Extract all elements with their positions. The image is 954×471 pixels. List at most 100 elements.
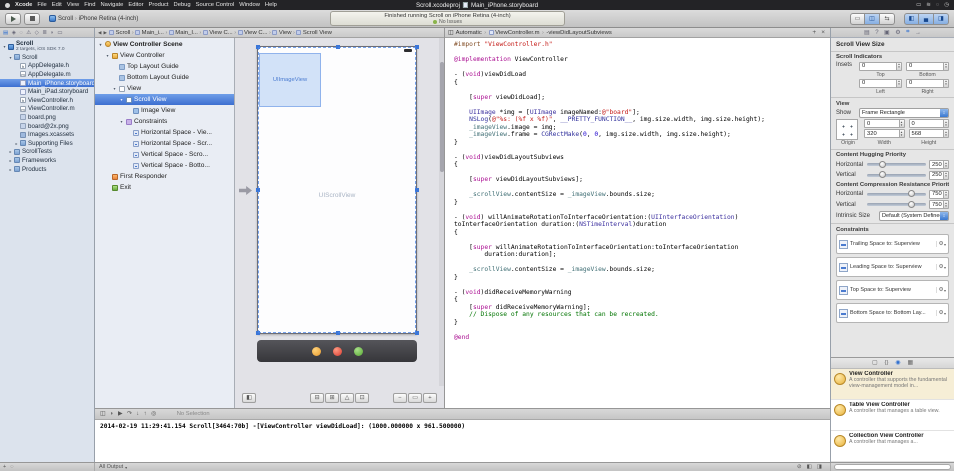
horizontal-compression-slider[interactable]	[867, 193, 926, 196]
spotlight-menu-icon[interactable]: ◌	[936, 2, 939, 8]
menu-product[interactable]: Product	[149, 2, 169, 8]
zoom-out-button[interactable]: −	[393, 393, 407, 403]
test-navigator-icon[interactable]: ◇	[35, 30, 39, 36]
navigator-item-supporting-files[interactable]: ▸Supporting Files	[0, 139, 94, 148]
assistant-symbol-segment[interactable]: -viewDidLayoutSubviews	[546, 30, 611, 36]
canvas-scrollbar[interactable]	[439, 38, 444, 386]
view-controller-view[interactable]: UIImageView UIScrollView	[257, 46, 417, 334]
y-field[interactable]: 0	[909, 119, 950, 128]
constraint-gear-button[interactable]: ⚙▾	[936, 287, 946, 293]
quick-help-tab[interactable]: ?	[875, 30, 878, 36]
library-item-collection-view-controller[interactable]: Collection View ControllerA controller t…	[831, 431, 954, 462]
navigator-item-viewcontroller-h[interactable]: hViewController.h	[0, 96, 94, 105]
toggle-navigator-button[interactable]: ◧	[904, 13, 919, 25]
code-snippet-library-tab[interactable]: {}	[885, 360, 889, 366]
hide-debug-area-icon[interactable]: ◫	[100, 411, 105, 417]
outline-item-horizontal-space-scr[interactable]: Horizontal Space - Scr...	[95, 138, 234, 149]
navigator-item-frameworks[interactable]: ▸Frameworks	[0, 156, 94, 165]
console-left-pane-button[interactable]: ◧	[807, 464, 812, 470]
jumpbar-segment-scroll[interactable]: Scroll	[109, 30, 130, 36]
size-inspector-tab[interactable]: ⌗	[906, 29, 909, 36]
initial-view-controller-arrow[interactable]	[239, 186, 252, 195]
navigator-item-main-iphone-storyboard[interactable]: Main_iPhone.storyboard	[0, 79, 94, 88]
navigator-item-images-xcassets[interactable]: Images.xcassets	[0, 130, 94, 139]
jumpbar-segment-view[interactable]: View	[272, 30, 291, 36]
project-navigator-icon[interactable]: ▤	[3, 30, 8, 36]
zoom-in-button[interactable]: +	[423, 393, 437, 403]
object-library-tab[interactable]: ◉	[895, 360, 900, 366]
stepper[interactable]	[943, 63, 948, 70]
constraint-row-leading-space-to-superview[interactable]: Leading Space to: Superview⚙▾	[836, 257, 949, 277]
jumpbar-segment-view-c[interactable]: View C...	[203, 30, 233, 36]
vertical-hugging-slider[interactable]	[867, 174, 926, 177]
stepper[interactable]	[943, 172, 948, 179]
menu-source-control[interactable]: Source Control	[196, 2, 235, 8]
constraint-row-top-space-to-superview[interactable]: Top Space to: Superview⚙▾	[836, 280, 949, 300]
navigator-item-appdelegate-m[interactable]: mAppDelegate.m	[0, 70, 94, 79]
navigator-item-board-2x-png[interactable]: board@2x.png	[0, 122, 94, 131]
battery-menu-icon[interactable]: ▭	[916, 2, 921, 8]
jumpbar-segment-main-i[interactable]: Main_i...	[135, 30, 164, 36]
menu-editor[interactable]: Editor	[128, 2, 143, 8]
menu-navigate[interactable]: Navigate	[101, 2, 124, 8]
breakpoint-navigator-icon[interactable]: ◗	[51, 30, 54, 36]
all-output-selector[interactable]: All Output	[99, 464, 123, 470]
pin-button[interactable]: ⊞	[325, 393, 339, 403]
file-inspector-tab[interactable]: ▤	[864, 29, 870, 36]
toggle-debug-area-button[interactable]: ▄	[919, 13, 934, 25]
disclosure-triangle-icon[interactable]: ▸	[14, 141, 19, 146]
horizontal-hugging-slider[interactable]	[867, 163, 926, 166]
toggle-utilities-button[interactable]: ◨	[934, 13, 949, 25]
menu-help[interactable]: Help	[265, 2, 277, 8]
stepper[interactable]	[943, 130, 948, 137]
console-output[interactable]: 2014-02-19 11:29:41.154 Scroll[3464:70b]…	[95, 420, 830, 462]
outline-header[interactable]: ▾ View Controller Scene	[95, 38, 234, 50]
step-into-icon[interactable]: ↓	[136, 411, 139, 417]
jumpbar-segment-scroll-view[interactable]: Scroll View	[296, 30, 332, 36]
horizontal-compression-field[interactable]: 750	[929, 190, 949, 199]
related-items-icon[interactable]: ◫	[448, 30, 454, 36]
add-file-button[interactable]: +	[3, 464, 6, 470]
library-item-table-view-controller[interactable]: Table View ControllerA controller that m…	[831, 400, 954, 431]
standard-editor-button[interactable]: ▭	[850, 13, 865, 25]
connections-inspector-tab[interactable]: →	[915, 30, 921, 36]
storyboard-canvas[interactable]: UIImageView UIScrollView ◧⊟⊞△⊡−▭+	[235, 38, 444, 408]
outline-toggle-button[interactable]: ◧	[242, 393, 256, 403]
navigator-item-main-ipad-storyboard[interactable]: Main_iPad.storyboard	[0, 87, 94, 96]
disclosure-triangle-icon[interactable]: ▸	[8, 158, 13, 163]
step-over-icon[interactable]: ↷	[127, 411, 132, 417]
zoom-fit-button[interactable]: ▭	[408, 393, 422, 403]
library-item-view-controller[interactable]: View ControllerA controller that support…	[831, 369, 954, 400]
jumpbar-segment-main-i[interactable]: Main_I...	[169, 30, 198, 36]
library-search-field[interactable]	[834, 464, 951, 470]
outline-item-vertical-space-scro[interactable]: Vertical Space - Scro...	[95, 149, 234, 160]
disclosure-triangle-icon[interactable]: ▾	[105, 53, 110, 58]
stepper[interactable]	[943, 120, 948, 127]
disclosure-triangle-icon[interactable]: ▾	[119, 97, 124, 102]
constraint-row-trailing-space-to-superview[interactable]: Trailing Space to: Superview⚙▾	[836, 234, 949, 254]
clock-menu-icon[interactable]: ◷	[944, 2, 949, 8]
outline-item-image-view[interactable]: Image View	[95, 105, 234, 116]
close-assistant-editor-button[interactable]: ×	[821, 29, 825, 36]
stop-button[interactable]	[24, 13, 40, 25]
first-responder-dock-icon[interactable]	[333, 347, 342, 356]
image-view-element[interactable]: UIImageView	[259, 53, 321, 107]
source-code[interactable]: #import "ViewController.h" @implementati…	[445, 38, 830, 408]
inset-top-field[interactable]: 0	[859, 62, 902, 71]
breakpoints-toggle-icon[interactable]: ◗	[110, 411, 114, 417]
resizing-behavior-button[interactable]: ⊡	[355, 393, 369, 403]
disclosure-triangle-icon[interactable]: ▾	[2, 44, 7, 49]
disclosure-triangle-icon[interactable]: ▾	[8, 55, 13, 60]
stepper[interactable]	[896, 80, 901, 87]
media-library-tab[interactable]: ▦	[907, 360, 912, 366]
stepper[interactable]	[943, 191, 948, 198]
constraint-gear-button[interactable]: ⚙▾	[936, 241, 946, 247]
menu-window[interactable]: Window	[239, 2, 260, 8]
console-both-panes-button[interactable]: ◨	[817, 464, 822, 470]
inset-left-field[interactable]: 0	[859, 79, 902, 88]
back-button[interactable]: ◀	[98, 30, 102, 36]
constraint-row-bottom-space-to-bottom-lay[interactable]: Bottom Space to: Bottom Lay...⚙▾	[836, 303, 949, 323]
vertical-compression-field[interactable]: 750	[929, 200, 949, 209]
stepper[interactable]	[943, 201, 948, 208]
stepper[interactable]	[943, 161, 948, 168]
